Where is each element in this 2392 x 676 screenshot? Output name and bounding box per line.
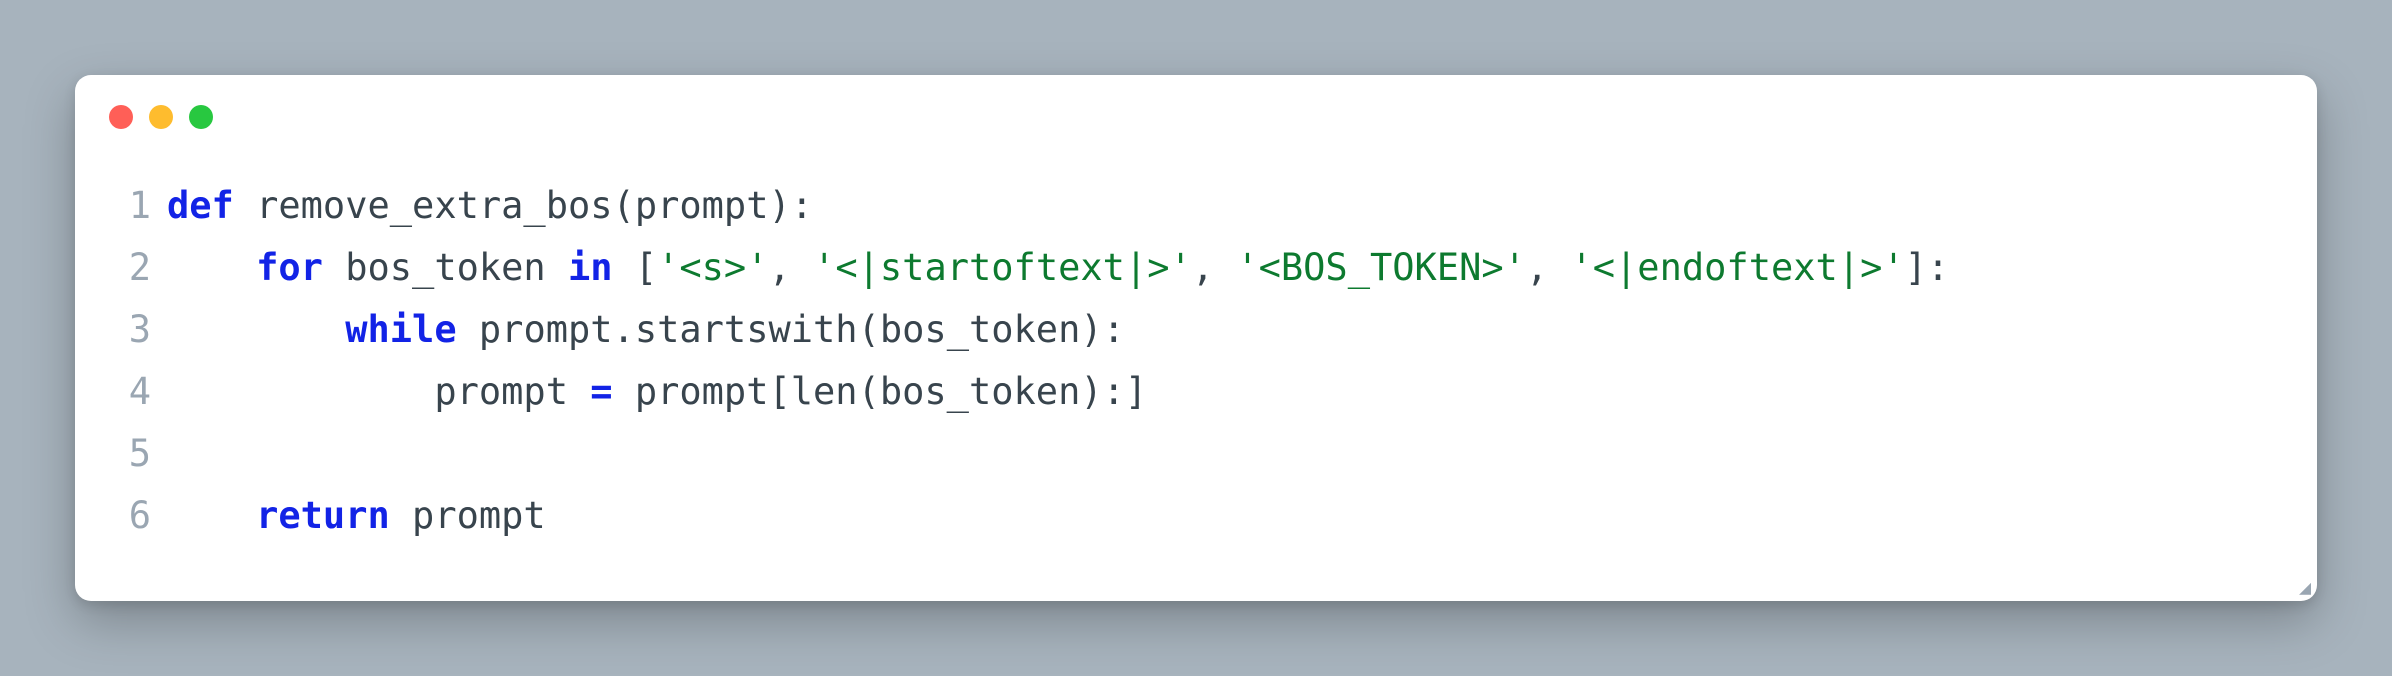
zoom-icon[interactable] xyxy=(189,105,213,129)
token-id: prompt xyxy=(412,494,546,537)
code-line: 3 while prompt.startswith(bos_token): xyxy=(99,299,2293,361)
token-pun: ( xyxy=(858,308,880,351)
code-window: 1def remove_extra_bos(prompt):2 for bos_… xyxy=(75,75,2317,601)
line-content xyxy=(167,423,2293,485)
token-id: bos_token xyxy=(880,370,1080,413)
line-number: 3 xyxy=(99,299,167,361)
token-id: remove_extra_bos xyxy=(256,184,612,227)
token-pun xyxy=(234,184,256,227)
token-pun: ] xyxy=(1905,246,1927,289)
line-number: 2 xyxy=(99,237,167,299)
token-id: len xyxy=(791,370,858,413)
line-content: return prompt xyxy=(167,485,2293,547)
token-pun: [ xyxy=(635,246,657,289)
token-kw: for xyxy=(256,246,323,289)
line-number: 5 xyxy=(99,423,167,485)
token-id: prompt xyxy=(635,370,769,413)
code-line: 5 xyxy=(99,423,2293,485)
code-block: 1def remove_extra_bos(prompt):2 for bos_… xyxy=(99,175,2293,547)
token-pun: : xyxy=(791,184,813,227)
minimize-icon[interactable] xyxy=(149,105,173,129)
token-pun: . xyxy=(613,308,635,351)
token-pun xyxy=(457,308,479,351)
token-id: startswith xyxy=(635,308,858,351)
code-line: 1def remove_extra_bos(prompt): xyxy=(99,175,2293,237)
line-number: 1 xyxy=(99,175,167,237)
token-pun xyxy=(167,494,256,537)
token-kw: in xyxy=(568,246,613,289)
line-content: while prompt.startswith(bos_token): xyxy=(167,299,2293,361)
token-id: prompt xyxy=(479,308,613,351)
line-content: prompt = prompt[len(bos_token):] xyxy=(167,361,2293,423)
token-pun: ( xyxy=(613,184,635,227)
token-pun: ) xyxy=(1080,308,1102,351)
token-kw: while xyxy=(345,308,456,351)
line-number: 6 xyxy=(99,485,167,547)
line-content: def remove_extra_bos(prompt): xyxy=(167,175,2293,237)
token-id: prompt xyxy=(434,370,568,413)
token-kw: def xyxy=(167,184,234,227)
window-traffic-lights xyxy=(109,105,213,129)
code-line: 4 prompt = prompt[len(bos_token):] xyxy=(99,361,2293,423)
token-pun: , xyxy=(769,246,814,289)
resize-handle-icon[interactable]: ◢ xyxy=(2299,577,2311,597)
token-pun: [ xyxy=(768,370,790,413)
token-pun xyxy=(613,246,635,289)
code-line: 6 return prompt xyxy=(99,485,2293,547)
token-str: '<s>' xyxy=(657,246,768,289)
token-pun: : xyxy=(1927,246,1949,289)
token-pun xyxy=(167,370,434,413)
token-pun xyxy=(568,370,590,413)
token-kw: return xyxy=(256,494,390,537)
token-op: = xyxy=(590,370,612,413)
token-pun xyxy=(323,246,345,289)
token-str: '<BOS_TOKEN>' xyxy=(1236,246,1526,289)
token-id: prompt xyxy=(635,184,769,227)
token-str: '<|endoftext|>' xyxy=(1570,246,1904,289)
token-pun: , xyxy=(1526,246,1571,289)
line-number: 4 xyxy=(99,361,167,423)
line-content: for bos_token in ['<s>', '<|startoftext|… xyxy=(167,237,2293,299)
token-pun: : xyxy=(1103,308,1125,351)
code-line: 2 for bos_token in ['<s>', '<|startoftex… xyxy=(99,237,2293,299)
token-id: bos_token xyxy=(345,246,545,289)
token-pun: ) xyxy=(768,184,790,227)
token-pun: ) xyxy=(1080,370,1102,413)
token-id: bos_token xyxy=(880,308,1080,351)
token-pun xyxy=(546,246,568,289)
token-pun: ] xyxy=(1125,370,1147,413)
token-pun: ( xyxy=(858,370,880,413)
token-pun xyxy=(613,370,635,413)
token-pun: : xyxy=(1103,370,1125,413)
token-pun xyxy=(390,494,412,537)
token-pun: , xyxy=(1192,246,1237,289)
token-pun xyxy=(167,246,256,289)
close-icon[interactable] xyxy=(109,105,133,129)
token-str: '<|startoftext|>' xyxy=(813,246,1192,289)
token-pun xyxy=(167,308,345,351)
